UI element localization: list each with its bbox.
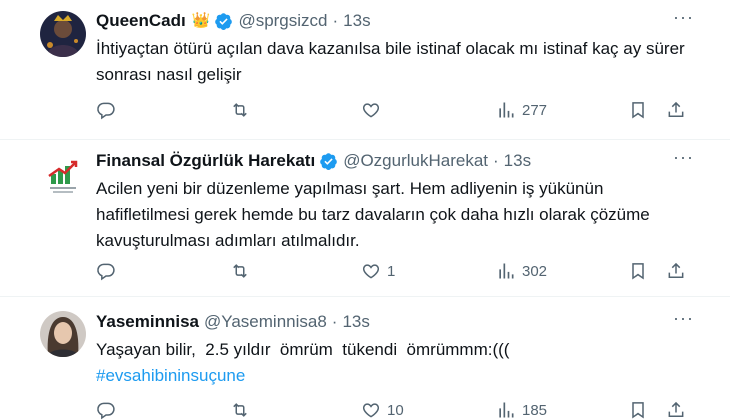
timestamp[interactable]: 13s — [504, 150, 531, 172]
avatar-image — [40, 311, 86, 357]
retweet-icon — [233, 264, 247, 278]
hashtag-link[interactable]: #evsahibininsuçune — [96, 363, 696, 389]
bookmark-icon — [632, 263, 644, 280]
heart-icon — [362, 103, 380, 118]
verified-badge-icon[interactable] — [214, 12, 233, 31]
tweet[interactable]: Yaseminnisa @Yaseminnisa8 · 13s ··· Yaşa… — [0, 297, 730, 420]
views-chart-icon — [499, 263, 514, 279]
share-icon — [668, 101, 684, 117]
share-button[interactable] — [666, 398, 686, 420]
tweet-text: Acilen yeni bir düzenleme yapılması şart… — [96, 179, 650, 250]
separator-dot: · — [332, 11, 339, 30]
reply-icon — [97, 402, 115, 420]
more-dots-icon[interactable]: ··· — [673, 8, 694, 26]
display-name[interactable]: Yaseminnisa — [96, 311, 199, 333]
share-icon — [668, 262, 684, 278]
separator-dot: · — [331, 312, 338, 331]
heart-icon — [362, 403, 380, 418]
views-button[interactable]: 185 — [496, 398, 547, 420]
tweet-header: QueenCadı 👑 @sprgsizcd · 13s — [96, 10, 371, 32]
views-count: 185 — [522, 401, 548, 419]
heart-icon — [362, 264, 380, 279]
retweet-icon — [233, 403, 247, 417]
avatar-image — [40, 11, 86, 57]
avatar[interactable] — [40, 311, 86, 357]
reply-button[interactable] — [96, 398, 122, 420]
tweet-text: İhtiyaçtan ötürü açılan dava kazanılsa b… — [96, 39, 685, 84]
retweet-button[interactable] — [230, 398, 256, 420]
bookmark-icon — [632, 102, 644, 119]
timestamp[interactable]: 13s — [343, 10, 370, 32]
views-chart-icon — [499, 102, 514, 118]
avatar[interactable] — [40, 11, 86, 57]
tweet-actions: 1 302 — [96, 259, 692, 283]
tweet-actions: 277 — [96, 98, 692, 122]
avatar[interactable] — [40, 154, 86, 200]
views-chart-icon — [499, 402, 514, 418]
bookmark-button[interactable] — [628, 259, 648, 283]
crown-emoji: 👑 — [191, 12, 211, 29]
views-button[interactable]: 302 — [496, 259, 547, 283]
retweet-button[interactable] — [230, 259, 256, 283]
like-button[interactable] — [361, 98, 387, 122]
verified-badge-icon[interactable] — [319, 152, 338, 171]
share-button[interactable] — [666, 259, 686, 283]
reply-button[interactable] — [96, 259, 122, 283]
more-dots-icon[interactable]: ··· — [673, 148, 694, 166]
display-name[interactable]: QueenCadı — [96, 10, 186, 32]
views-count: 277 — [522, 101, 548, 119]
reply-button[interactable] — [96, 98, 122, 122]
like-count: 10 — [387, 401, 404, 419]
share-button[interactable] — [666, 98, 686, 122]
bookmark-button[interactable] — [628, 398, 648, 420]
handle[interactable]: @OzgurlukHarekat — [343, 150, 488, 172]
tweet-header: Finansal Özgürlük Harekatı @OzgurlukHare… — [96, 150, 531, 172]
bookmark-icon — [632, 402, 644, 419]
views-count: 302 — [522, 262, 548, 280]
display-name[interactable]: Finansal Özgürlük Harekatı — [96, 150, 315, 172]
like-button[interactable]: 1 — [361, 259, 395, 283]
tweet[interactable]: Finansal Özgürlük Harekatı @OzgurlukHare… — [0, 140, 730, 297]
finansal-logo — [40, 154, 86, 200]
retweet-button[interactable] — [230, 98, 256, 122]
tweet-text: Yaşayan bilir, 2.5 yıldır ömrüm tükendi … — [96, 337, 696, 389]
timestamp[interactable]: 13s — [342, 311, 369, 333]
more-dots-icon[interactable]: ··· — [673, 309, 694, 327]
reply-icon — [97, 102, 115, 120]
handle[interactable]: @sprgsizcd — [238, 10, 327, 32]
separator-dot: · — [493, 151, 499, 170]
bookmark-button[interactable] — [628, 98, 648, 122]
tweet-header: Yaseminnisa @Yaseminnisa8 · 13s — [96, 311, 370, 333]
like-button[interactable]: 10 — [361, 398, 404, 420]
tweet-body: Yaşayan bilir, 2.5 yıldır ömrüm tükendi … — [96, 340, 510, 359]
like-count: 1 — [387, 262, 396, 280]
views-button[interactable]: 277 — [496, 98, 547, 122]
reply-icon — [97, 263, 115, 281]
tweet[interactable]: QueenCadı 👑 @sprgsizcd · 13s ··· İhtiyaç… — [0, 0, 730, 140]
share-icon — [668, 401, 684, 417]
tweet-actions: 10 185 — [96, 398, 692, 420]
handle[interactable]: @Yaseminnisa8 — [204, 311, 327, 333]
retweet-icon — [233, 103, 247, 117]
